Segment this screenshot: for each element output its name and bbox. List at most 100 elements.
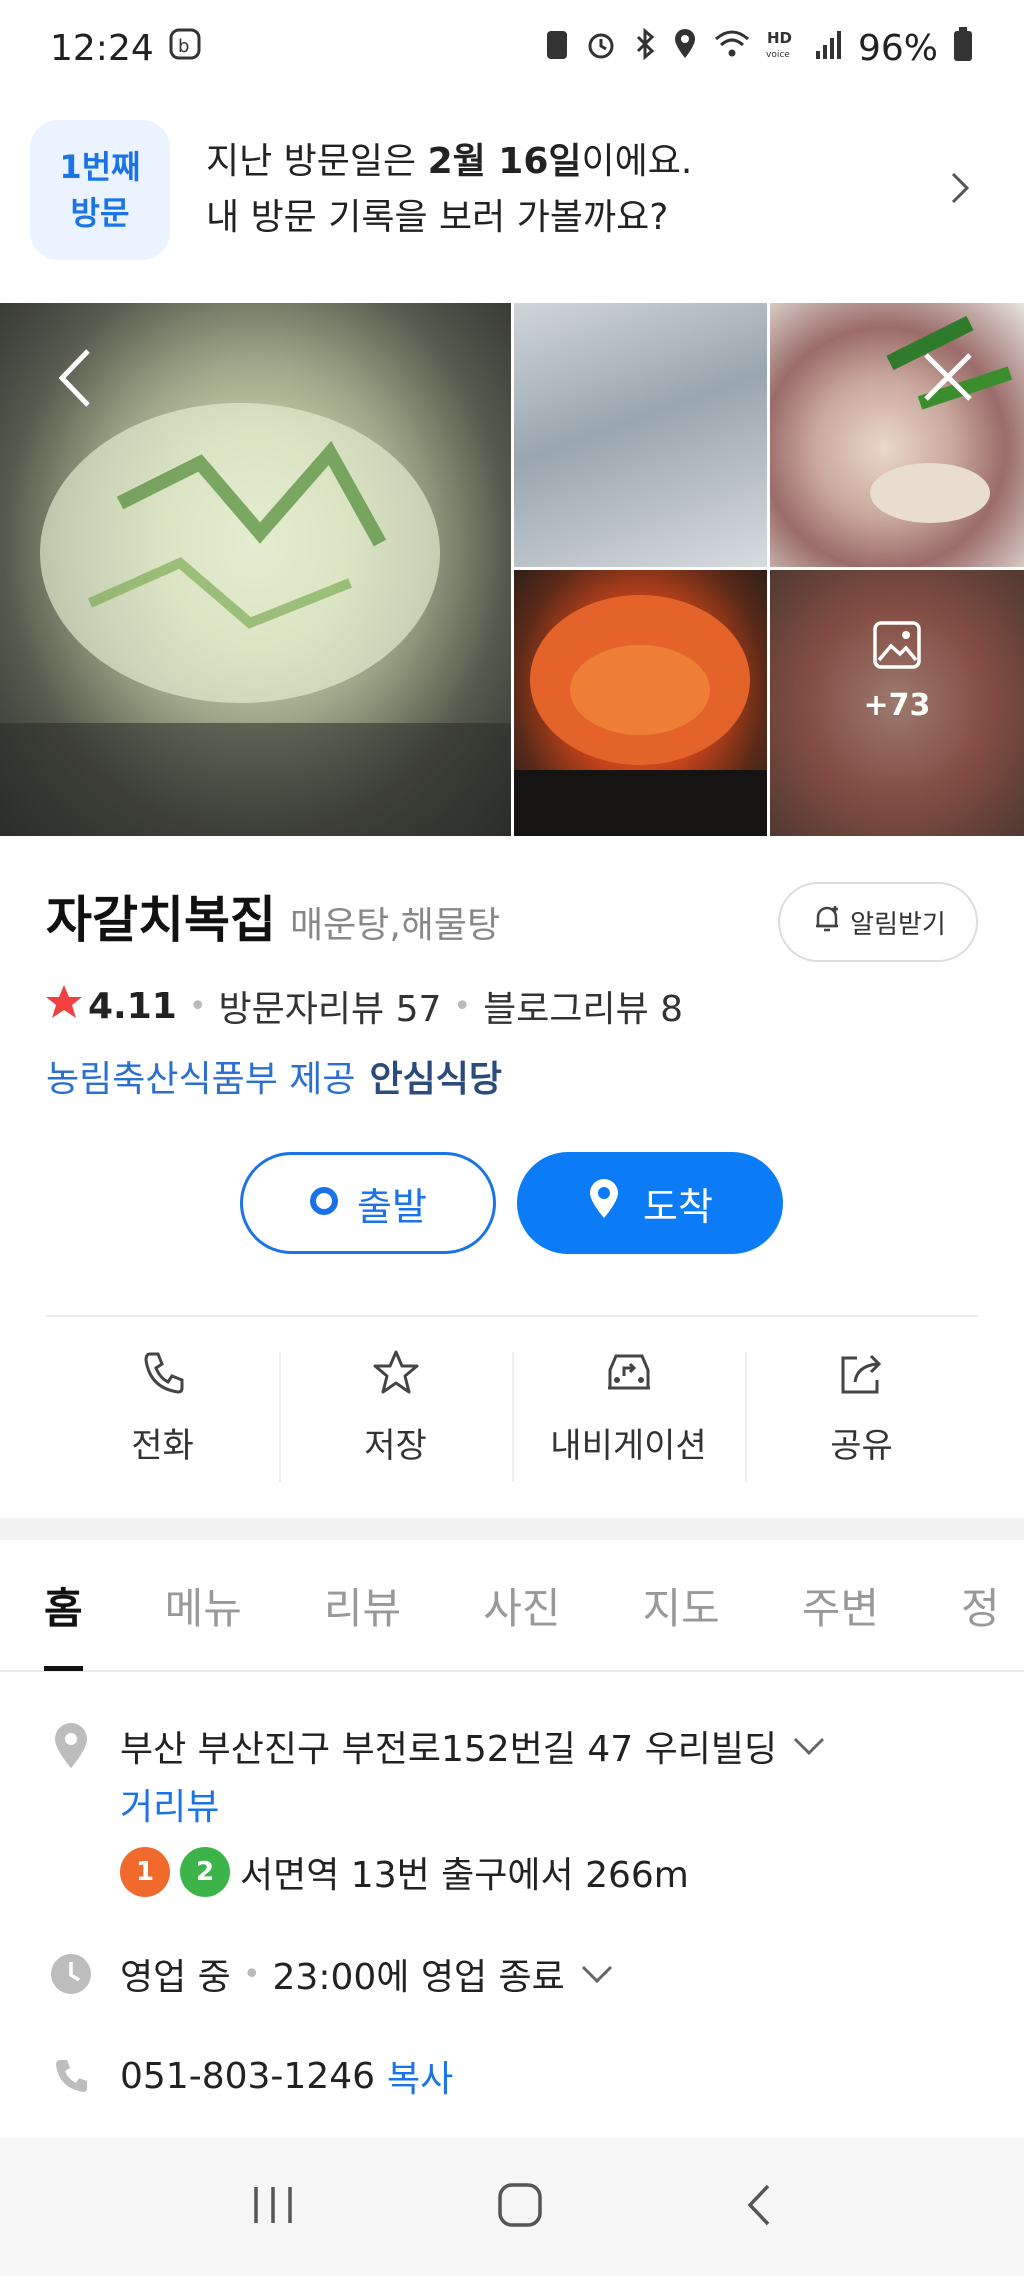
street-view-link[interactable]: 거리뷰	[120, 1778, 219, 1830]
phone-small-icon	[46, 2056, 96, 2096]
tab-reviews[interactable]: 리뷰	[324, 1539, 401, 1671]
tab-map[interactable]: 지도	[642, 1539, 719, 1671]
map-pin-icon	[587, 1178, 621, 1229]
route-start-label: 출발	[357, 1184, 427, 1229]
chevron-down-icon[interactable]	[791, 1726, 827, 1767]
system-navigation-bar	[0, 2138, 1024, 2276]
share-icon	[837, 1348, 887, 1402]
photo-thumb-3[interactable]	[514, 570, 767, 836]
phone-row: 051-803-1246 복사	[46, 2050, 453, 2102]
separator-dot: •	[188, 988, 207, 1024]
svg-text:b: b	[178, 36, 189, 57]
tab-home[interactable]: 홈	[44, 1539, 83, 1671]
clock-icon	[46, 1952, 96, 1996]
visit-line1-suffix: 이에요.	[581, 141, 693, 182]
rating-row: 4.11 • 방문자리뷰 57 • 블로그리뷰 8	[44, 980, 683, 1032]
subway-exit-text: 서면역 13번 출구에서 266m	[240, 1855, 689, 1896]
star-icon	[371, 1348, 421, 1402]
bell-plus-icon	[810, 902, 844, 943]
photo-thumb-2[interactable]	[770, 303, 1024, 567]
hours-detail: 23:00에 영업 종료	[272, 1957, 565, 1998]
place-name: 자갈치복집	[46, 891, 276, 949]
location-pin-icon	[46, 1722, 96, 1770]
safe-restaurant-row[interactable]: 농림축산식품부 제공 안심식당	[46, 1050, 502, 1102]
save-label: 저장	[364, 1426, 427, 1466]
wifi-icon	[712, 27, 752, 70]
car-navigation-icon	[602, 1348, 656, 1402]
home-button-icon[interactable]	[495, 2180, 545, 2234]
section-separator	[0, 1518, 1024, 1540]
route-arrive-button[interactable]: 도착	[517, 1152, 783, 1254]
origin-dot-icon	[309, 1181, 339, 1225]
share-label: 공유	[830, 1426, 893, 1466]
separator-dot: •	[242, 1956, 261, 1992]
detail-tabs: 홈 메뉴 리뷰 사진 지도 주변 정	[0, 1540, 1024, 1672]
visitor-reviews-link[interactable]: 방문자리뷰 57	[219, 980, 442, 1032]
visit-last-date: 2월 16일	[427, 141, 582, 182]
share-action[interactable]: 공유	[745, 1348, 978, 1488]
recent-apps-icon[interactable]	[248, 2183, 298, 2231]
battery-icon	[952, 26, 974, 71]
tab-menu[interactable]: 메뉴	[165, 1539, 242, 1671]
back-arrow-icon[interactable]	[54, 343, 98, 417]
phone-number[interactable]: 051-803-1246	[120, 2056, 375, 2097]
copy-phone-button[interactable]: 복사	[387, 2050, 453, 2102]
route-start-button[interactable]: 출발	[240, 1152, 496, 1254]
signal-icon	[814, 27, 844, 70]
blog-reviews-link[interactable]: 블로그리뷰 8	[483, 980, 683, 1032]
tab-nearby[interactable]: 주변	[802, 1539, 879, 1671]
battery-percent: 96%	[857, 27, 938, 69]
address-text: 부산 부산진구 부전로152번길 47 우리빌딩	[120, 1729, 778, 1770]
subway-line-1-badge: 1	[120, 1847, 170, 1897]
tab-info-partial[interactable]: 정	[961, 1539, 1000, 1671]
back-nav-icon[interactable]	[742, 2180, 776, 2234]
hours-status: 영업 중	[120, 1957, 231, 1998]
image-gallery-icon	[872, 620, 922, 674]
save-action[interactable]: 저장	[279, 1348, 512, 1488]
app-b-icon: b	[168, 27, 202, 70]
tab-photos[interactable]: 사진	[483, 1539, 560, 1671]
subway-directions: 1 2 서면역 13번 출구에서 266m	[120, 1846, 689, 1898]
photo-thumb-1[interactable]	[514, 303, 767, 567]
subway-line-2-badge: 2	[180, 1847, 230, 1897]
close-icon[interactable]	[918, 347, 978, 411]
safe-restaurant-label: 안심식당	[369, 1059, 503, 1100]
svg-text:HD: HD	[767, 29, 792, 47]
street-view-label: 거리뷰	[120, 1787, 220, 1828]
battery-saver-icon	[544, 27, 570, 70]
visit-line1-prefix: 지난 방문일은	[206, 141, 428, 182]
photo-gallery: +73	[0, 303, 1024, 836]
alarm-subscribe-label: 알림받기	[850, 909, 946, 940]
more-photos-count: +73	[863, 688, 931, 723]
visit-line2: 내 방문 기록을 보러 가볼까요?	[206, 197, 669, 238]
hd-voice-icon: HD voice	[766, 27, 800, 70]
safe-restaurant-provider: 농림축산식품부 제공	[46, 1059, 356, 1100]
address-row[interactable]: 부산 부산진구 부전로152번길 47 우리빌딩	[46, 1720, 827, 1772]
call-action[interactable]: 전화	[46, 1348, 279, 1488]
svg-text:voice: voice	[766, 50, 790, 60]
call-label: 전화	[131, 1426, 194, 1466]
chevron-down-icon[interactable]	[579, 1954, 615, 1995]
place-title-row: 자갈치복집 매운탕,해물탕	[46, 880, 500, 952]
hours-row[interactable]: 영업 중 • 23:00에 영업 종료	[46, 1948, 615, 2000]
location-icon	[672, 27, 698, 70]
alarm-subscribe-button[interactable]: 알림받기	[778, 882, 978, 962]
status-bar: 12:24 b HD voice 96%	[0, 0, 1024, 96]
visit-history-banner[interactable]: 1번째 방문 지난 방문일은 2월 16일이에요. 내 방문 기록을 보러 가볼…	[0, 112, 1024, 268]
route-arrive-label: 도착	[643, 1184, 713, 1229]
visit-badge-line1: 1번째	[59, 148, 141, 186]
visit-badge-line2: 방문	[70, 194, 130, 232]
photo-thumb-more[interactable]: +73	[770, 570, 1024, 836]
action-bar: 전화 저장 내비게이션 공유	[46, 1348, 978, 1488]
visit-message: 지난 방문일은 2월 16일이에요. 내 방문 기록을 보러 가볼까요?	[206, 134, 692, 246]
chevron-right-icon[interactable]	[948, 168, 972, 212]
visit-count-badge: 1번째 방문	[30, 120, 170, 260]
bluetooth-icon	[632, 27, 658, 70]
alarm-icon	[584, 27, 618, 70]
phone-icon	[138, 1348, 188, 1402]
rating-score: 4.11	[88, 985, 177, 1027]
navigation-action[interactable]: 내비게이션	[512, 1348, 745, 1488]
place-category: 매운탕,해물탕	[290, 905, 501, 946]
navigation-label: 내비게이션	[550, 1426, 707, 1466]
star-rating-icon	[44, 982, 84, 1031]
